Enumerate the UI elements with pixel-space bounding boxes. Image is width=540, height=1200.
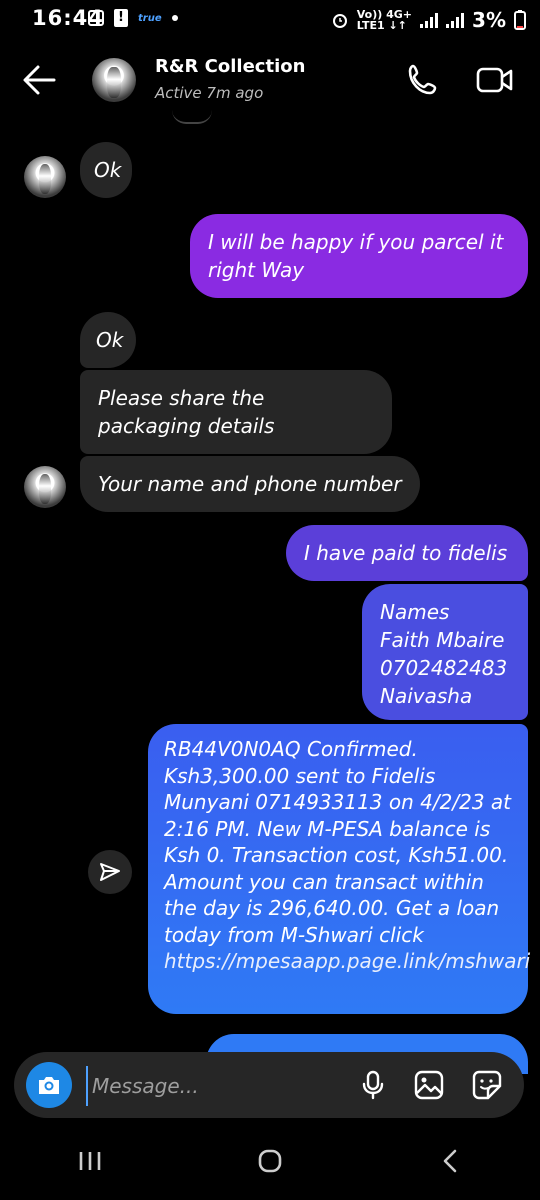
message-composer [14, 1052, 524, 1118]
signal-icon-1 [420, 12, 439, 28]
alarm-icon [332, 14, 347, 28]
outgoing-message[interactable]: I have paid to fidelis [286, 525, 528, 581]
status-bar: 16:44 ! true Vo)) 4G+ LTE1 ↓↑ 3% [0, 0, 540, 40]
message-text: Please share the packaging details [98, 386, 275, 438]
system-icons: Vo)) 4G+ LTE1 ↓↑ 3% [331, 8, 526, 32]
message-text-line: Naivasha [380, 684, 473, 708]
message-text-line: 0702482483 [380, 656, 508, 680]
true-label: true [138, 12, 162, 24]
incoming-message[interactable]: Please share the packaging details [80, 370, 392, 454]
scrolled-message-edge [172, 110, 212, 124]
contact-name[interactable]: R&R Collection [155, 56, 305, 77]
recent-apps-icon [79, 1152, 101, 1170]
share-message-button[interactable] [88, 850, 132, 894]
sticker-icon [472, 1070, 502, 1100]
video-call-button[interactable] [475, 62, 515, 98]
chat-header: R&R Collection Active 7m ago [0, 40, 540, 120]
message-link[interactable]: https://mpesaapp.page.link/mshwari [164, 949, 530, 973]
chevron-left-icon [443, 1149, 457, 1173]
dot-icon [171, 15, 178, 21]
message-text: Ok [94, 158, 122, 182]
message-text: Ok [96, 328, 124, 352]
video-camera-icon [476, 67, 513, 93]
back-nav-button[interactable] [420, 1131, 480, 1191]
sender-avatar[interactable] [24, 156, 66, 198]
message-text: Your name and phone number [98, 472, 402, 496]
sticker-button[interactable] [470, 1068, 504, 1102]
sender-avatar[interactable] [24, 466, 66, 508]
camera-button[interactable] [26, 1062, 72, 1108]
network-type: Vo)) 4G+ LTE1 ↓↑ [357, 9, 412, 31]
recent-apps-button[interactable] [60, 1131, 120, 1191]
outgoing-message[interactable]: Names Faith Mbaire 0702482483 Naivasha [362, 584, 528, 720]
alert-icon: ! [114, 9, 128, 27]
phone-icon [408, 64, 437, 95]
arrow-left-icon [23, 65, 56, 95]
message-text-line: Names [380, 600, 450, 624]
voice-call-button[interactable] [405, 62, 441, 98]
battery-percentage: 3% [472, 8, 506, 32]
signal-icon-2 [446, 12, 465, 28]
incoming-message[interactable]: Your name and phone number [80, 456, 420, 512]
contact-avatar[interactable] [92, 58, 136, 102]
system-navigation-bar [0, 1122, 540, 1200]
incoming-message[interactable]: Ok [80, 142, 132, 198]
message-text: RB44V0N0AQ Confirmed. Ksh3,300.00 sent t… [164, 737, 511, 947]
network-bottom-label: LTE1 ↓↑ [356, 19, 407, 32]
message-input[interactable] [86, 1066, 324, 1106]
home-button[interactable] [240, 1131, 300, 1191]
home-icon [258, 1149, 282, 1173]
notification-icons: ! true [88, 9, 178, 27]
message-text: I will be happy if you parcel it right W… [208, 230, 504, 282]
back-button[interactable] [20, 62, 60, 98]
gallery-icon [88, 10, 104, 26]
image-icon [414, 1070, 444, 1100]
incoming-message[interactable]: Ok [80, 312, 136, 368]
outgoing-message[interactable]: RB44V0N0AQ Confirmed. Ksh3,300.00 sent t… [148, 724, 530, 1014]
outgoing-message[interactable]: I will be happy if you parcel it right W… [190, 214, 528, 298]
battery-icon [514, 10, 526, 30]
camera-icon [39, 1077, 59, 1094]
contact-active-status: Active 7m ago [155, 84, 264, 102]
voice-message-button[interactable] [356, 1068, 390, 1102]
message-text-line: Faith Mbaire [380, 628, 505, 652]
gallery-button[interactable] [412, 1068, 446, 1102]
message-text: I have paid to fidelis [304, 541, 508, 565]
microphone-icon [362, 1070, 384, 1100]
send-icon [100, 863, 120, 881]
